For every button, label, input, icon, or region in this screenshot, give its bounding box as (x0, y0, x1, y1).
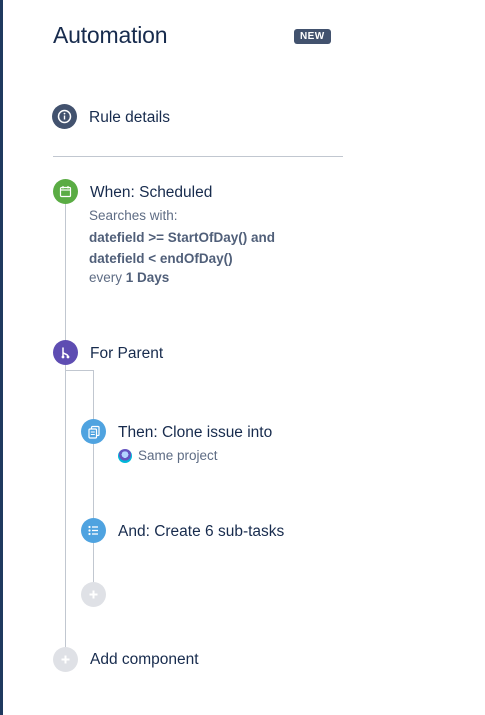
trigger-connector-line (65, 204, 66, 350)
branch-connector-line (93, 370, 94, 588)
clone-target: Same project (118, 448, 218, 463)
jql-line-1: datefield >= StartOfDay() and (89, 230, 276, 245)
add-component-label[interactable]: Add component (90, 651, 199, 669)
window-left-edge (0, 0, 3, 715)
branch-add-button[interactable] (81, 582, 106, 607)
rule-details-link[interactable]: Rule details (89, 109, 170, 127)
branch-icon[interactable] (53, 340, 78, 365)
info-icon[interactable] (52, 104, 77, 129)
page-title: Automation (53, 22, 168, 48)
branch-label[interactable]: For Parent (90, 345, 163, 363)
clone-target-label: Same project (138, 448, 218, 463)
list-icon[interactable] (81, 518, 106, 543)
schedule-frequency: every 1 Days (89, 270, 169, 285)
searches-with-label: Searches with: (89, 208, 178, 223)
project-avatar (118, 448, 132, 463)
create-subtasks-label[interactable]: And: Create 6 sub-tasks (118, 523, 284, 541)
plus-icon (61, 655, 70, 664)
every-prefix: every (89, 270, 123, 285)
main-connector-line (65, 365, 66, 653)
divider (53, 156, 343, 157)
jql-line-2: datefield < endOfDay() (89, 251, 233, 266)
trigger-label[interactable]: When: Scheduled (90, 184, 212, 202)
branch-connector-stub (65, 370, 93, 371)
calendar-icon[interactable] (53, 179, 78, 204)
add-component-button[interactable] (53, 647, 78, 672)
every-value: 1 Days (125, 270, 170, 285)
plus-icon (89, 590, 98, 599)
clone-action-label[interactable]: Then: Clone issue into (118, 424, 272, 442)
new-badge: NEW (294, 29, 331, 44)
clone-icon[interactable] (81, 419, 106, 444)
